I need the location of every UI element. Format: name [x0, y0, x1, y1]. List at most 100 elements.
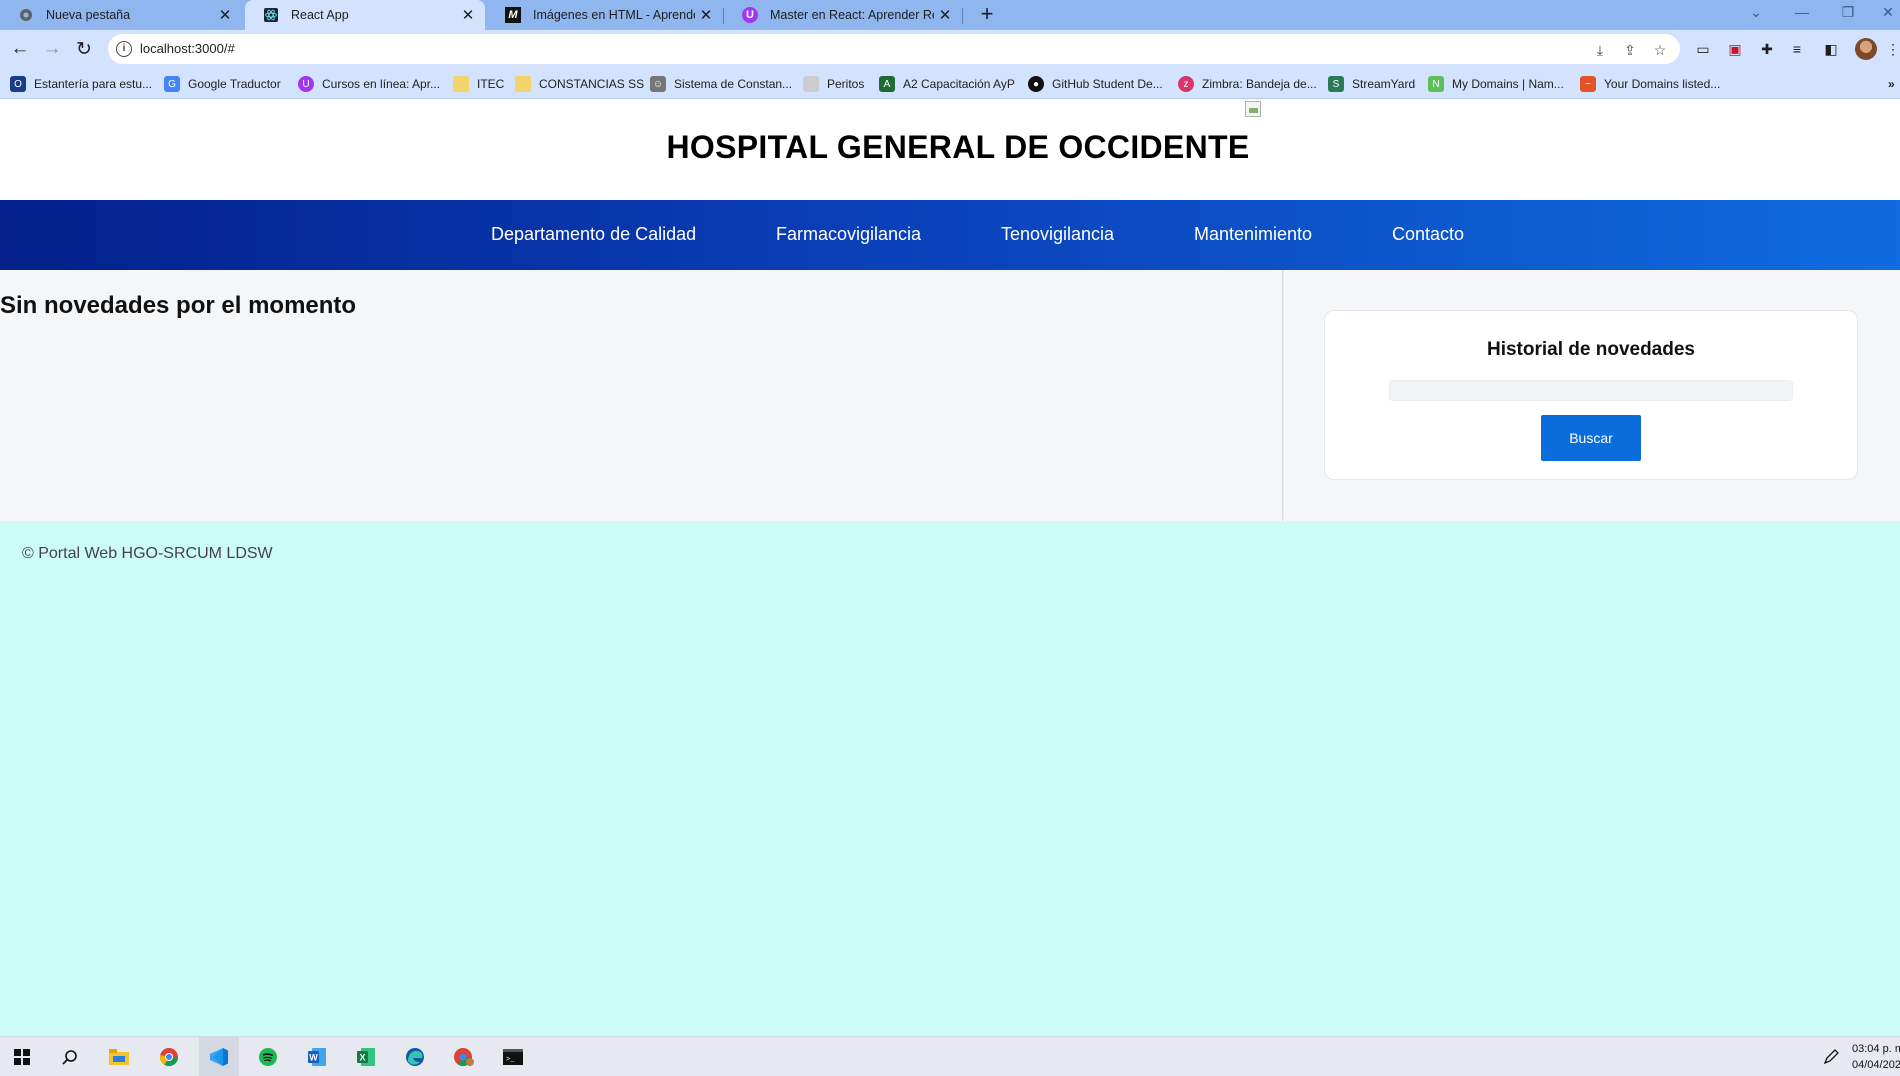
taskbar-clock[interactable]: 03:04 p. m. 04/04/2023: [1852, 1041, 1900, 1073]
bookmark-label: ITEC: [477, 77, 505, 91]
terminal-icon[interactable]: >_: [500, 1045, 526, 1069]
bookmark-label: Cursos en línea: Apr...: [322, 77, 441, 91]
address-bar[interactable]: i localhost:3000/# ⤓ ⇪ ☆: [108, 34, 1680, 64]
namecheap-icon: N: [1428, 76, 1444, 92]
side-panel-icon[interactable]: ◧: [1822, 40, 1840, 58]
bookmark-item[interactable]: U Cursos en línea: Apr...: [298, 75, 440, 93]
tab-react-app[interactable]: React App ✕: [245, 0, 485, 30]
nav-farmacovigilancia[interactable]: Farmacovigilancia: [776, 224, 921, 245]
site-header: HOSPITAL GENERAL DE OCCIDENTE: [0, 99, 1900, 200]
bookmark-label: Google Traductor: [188, 77, 281, 91]
page-icon: [803, 76, 819, 92]
bookmark-label: A2 Capacitación AyP: [903, 77, 1015, 91]
bookmark-item[interactable]: N My Domains | Nam...: [1428, 75, 1564, 93]
nav-departamento-calidad[interactable]: Departamento de Calidad: [491, 224, 696, 245]
bookmark-item[interactable]: z Zimbra: Bandeja de...: [1178, 75, 1317, 93]
edge-icon[interactable]: [402, 1045, 428, 1069]
reload-icon[interactable]: ↻: [70, 35, 98, 63]
nav-contacto[interactable]: Contacto: [1392, 224, 1464, 245]
bookmark-label: StreamYard: [1352, 77, 1416, 91]
bookmark-label: CONSTANCIAS SS: [539, 77, 645, 91]
tab-search-icon[interactable]: ⌄: [1736, 0, 1776, 28]
history-title: Historial de novedades: [1486, 339, 1695, 360]
word-icon[interactable]: W: [304, 1045, 330, 1069]
clock-date: 04/04/2023: [1852, 1059, 1900, 1071]
url-text[interactable]: localhost:3000/#: [140, 41, 235, 56]
chrome-profile-icon[interactable]: [451, 1045, 477, 1069]
search-button[interactable]: Buscar: [1541, 415, 1641, 461]
file-explorer-icon[interactable]: [106, 1045, 132, 1069]
bookmark-label: Zimbra: Bandeja de...: [1202, 77, 1317, 91]
windows-taskbar: W X >_ 03:04 p. m. 04/04/2023: [0, 1036, 1900, 1076]
new-tab-button[interactable]: +: [974, 2, 1000, 28]
news-section: Sin novedades por el momento: [0, 270, 1283, 521]
streamyard-icon: S: [1328, 76, 1344, 92]
tab-separator: [962, 8, 963, 24]
site-info-icon[interactable]: i: [116, 41, 132, 57]
excel-icon[interactable]: X: [353, 1045, 379, 1069]
back-icon[interactable]: ←: [6, 35, 34, 63]
windows-start-icon[interactable]: [9, 1045, 35, 1069]
bookmark-label: GitHub Student De...: [1052, 77, 1163, 91]
bookmark-item[interactable]: ~ Your Domains listed...: [1580, 75, 1720, 93]
restore-icon[interactable]: ❐: [1828, 0, 1868, 28]
tab-master-react[interactable]: U Master en React: Aprender React JS ✕: [724, 0, 962, 30]
history-search-input[interactable]: [1389, 380, 1793, 401]
bookmark-item[interactable]: S StreamYard: [1328, 75, 1415, 93]
footer-copyright: © Portal Web HGO-SRCUM LDSW: [22, 545, 273, 562]
reading-mode-icon[interactable]: ▭: [1694, 40, 1712, 58]
bookmark-item[interactable]: ● GitHub Student De...: [1028, 75, 1163, 93]
close-tab-icon[interactable]: ✕: [214, 4, 236, 26]
broken-image-icon: [1245, 101, 1261, 117]
a2-icon: A: [879, 76, 895, 92]
bookmark-item[interactable]: G Google Traductor: [164, 75, 281, 93]
udemy-icon: U: [742, 7, 758, 23]
bookmark-label: Your Domains listed...: [1604, 77, 1721, 91]
bookmark-item[interactable]: ☺ Sistema de Constan...: [650, 75, 792, 93]
tab-title: React App: [291, 8, 349, 22]
pdf-extension-icon[interactable]: ▣: [1726, 40, 1744, 58]
menu-kebab-icon[interactable]: ⋮: [1884, 40, 1900, 58]
nav-tenovigilancia[interactable]: Tenovigilancia: [1001, 224, 1114, 245]
bookmark-item[interactable]: Peritos: [803, 75, 864, 93]
minimize-icon[interactable]: —: [1782, 0, 1822, 28]
extensions-puzzle-icon[interactable]: ✚: [1758, 40, 1776, 58]
bookmark-item[interactable]: A A2 Capacitación AyP: [879, 75, 1015, 93]
browser-tab-strip: Nueva pestaña ✕ React App ✕ M Imágenes e…: [0, 0, 1900, 30]
spotify-icon[interactable]: [255, 1045, 281, 1069]
close-window-icon[interactable]: ✕: [1868, 0, 1900, 28]
vscode-icon[interactable]: [206, 1045, 232, 1069]
close-tab-icon[interactable]: ✕: [934, 4, 956, 26]
tab-title: Imágenes en HTML - Aprende sobre: [533, 8, 695, 22]
nav-mantenimiento[interactable]: Mantenimiento: [1194, 224, 1312, 245]
install-app-icon[interactable]: ⤓: [1591, 41, 1609, 59]
tab-nueva-pestana[interactable]: Nueva pestaña ✕: [0, 0, 242, 30]
share-icon[interactable]: ⇪: [1621, 41, 1639, 59]
udemy-icon: U: [298, 76, 314, 92]
bookmark-folder[interactable]: ITEC: [453, 75, 504, 93]
bookmark-label: My Domains | Nam...: [1452, 77, 1564, 91]
svg-text:W: W: [309, 1053, 318, 1063]
history-card: Historial de novedades Buscar: [1324, 310, 1858, 480]
robot-icon: ☺: [650, 76, 666, 92]
bookmark-item[interactable]: O Estantería para estu...: [10, 75, 152, 93]
site-footer: © Portal Web HGO-SRCUM LDSW: [0, 521, 1900, 1036]
browser-toolbar: ← → ↻ i localhost:3000/# ⤓ ⇪ ☆ ▭ ▣ ✚ ≡ ◧…: [0, 30, 1900, 68]
close-tab-icon[interactable]: ✕: [695, 4, 717, 26]
m-logo-icon: M: [505, 7, 521, 23]
bookmark-folder[interactable]: CONSTANCIAS SS: [515, 75, 644, 93]
clock-time: 03:04 p. m.: [1852, 1043, 1900, 1055]
forward-icon[interactable]: →: [38, 35, 66, 63]
github-icon: ●: [1028, 76, 1044, 92]
bookmark-star-icon[interactable]: ☆: [1651, 41, 1669, 59]
profile-avatar[interactable]: [1855, 38, 1877, 60]
chrome-icon: [18, 7, 34, 23]
tab-title: Nueva pestaña: [46, 8, 131, 22]
reading-list-icon[interactable]: ≡: [1788, 40, 1806, 58]
chrome-icon[interactable]: [156, 1045, 182, 1069]
tab-imagenes-html[interactable]: M Imágenes en HTML - Aprende sobre ✕: [487, 0, 723, 30]
more-bookmarks-icon[interactable]: »: [1888, 75, 1895, 93]
search-icon[interactable]: [57, 1045, 83, 1069]
pen-icon[interactable]: [1818, 1045, 1844, 1069]
close-tab-icon[interactable]: ✕: [457, 4, 479, 26]
